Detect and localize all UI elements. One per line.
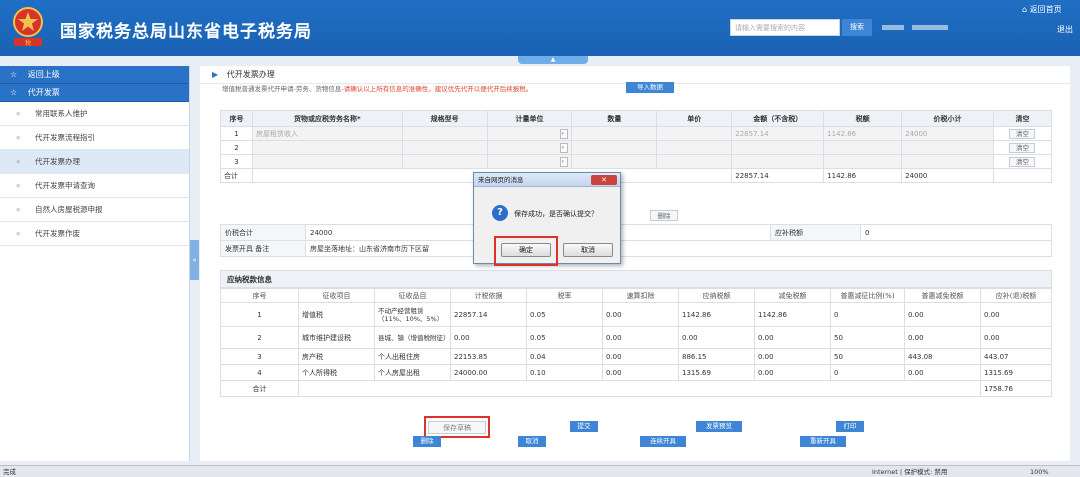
table-row: 4 个人所得税 个人房屋出租 24000.00 0.10 0.00 1315.6… — [220, 364, 1052, 381]
tax-info-table: 序号 征收项目 征收品目 计税依据 税率 速算扣除 应纳税额 减免税额 普惠减征… — [220, 288, 1052, 397]
goods-note: 增值税普通发票代开申请-劳务、货物信息-请确认以上所有信息的准确性，建议优先代开… — [222, 85, 533, 93]
star-icon: ☆ — [10, 70, 18, 79]
tax-input[interactable] — [823, 154, 903, 169]
clear-row-button[interactable]: 清空 — [1009, 156, 1036, 167]
refund-value: 0 — [860, 224, 1052, 241]
site-title: 国家税务总局山东省电子税务局 — [60, 22, 312, 42]
spec-input[interactable] — [401, 140, 488, 155]
delete-row-button[interactable]: 删除 — [650, 210, 678, 221]
header-collapse-tab[interactable]: ▲ — [518, 56, 588, 64]
table-row: 1 增值税 不动产经营租赁（11%、10%、5%） 22857.14 0.05 … — [220, 302, 1052, 327]
chevron-left-icon: « — [192, 256, 197, 264]
table-row: 1 房屋租赁收入 ▾ 22857.14 1142.86 24000 清空 — [220, 126, 1053, 141]
price-input[interactable] — [656, 140, 733, 155]
search-button[interactable]: 搜索 — [842, 19, 872, 36]
home-link[interactable]: ⌂ 返回首页 — [1022, 4, 1062, 15]
zoom-level[interactable]: 100% — [1030, 466, 1049, 477]
sidebar-item-guide[interactable]: 代开发票流程指引 — [0, 126, 189, 150]
goods-table: 序号 货物或应税劳务名称* 规格型号 计量单位 数量 单价 金额（不含税） 税额… — [220, 110, 1053, 183]
sidebar-back[interactable]: ☆ 返回上级 — [0, 66, 189, 84]
question-icon: ? — [492, 205, 508, 221]
dropdown-icon: ▾ — [560, 156, 569, 167]
sidebar-item-invoice-query[interactable]: 代开发票申请查询 — [0, 174, 189, 198]
goods-total-row: 合计 22857.14 1142.86 24000 — [220, 168, 1053, 183]
dialog-message: 保存成功，是否确认提交？ — [514, 210, 598, 218]
invoice-preview-button[interactable]: 发票预览 — [696, 421, 742, 432]
sidebar-item-contacts[interactable]: 常用联系人维护 — [0, 102, 189, 126]
site-header: 税 国家税务总局山东省电子税务局 请输入需要搜索的内容 搜索 ⌂ 返回首页 退出 — [0, 0, 1080, 56]
quantity-input[interactable] — [571, 126, 658, 141]
tax-table-header: 序号 征收项目 征收品目 计税依据 税率 速算扣除 应纳税额 减免税额 普惠减征… — [220, 288, 1052, 303]
amount-input[interactable] — [731, 140, 825, 155]
tax-total-row: 合计 1758.76 — [220, 380, 1052, 397]
logout-link[interactable]: 退出 — [1057, 24, 1073, 35]
table-row: 2 ▾ 清空 — [220, 140, 1053, 155]
home-icon: ⌂ — [1022, 5, 1028, 14]
sidebar-section-invoice[interactable]: ☆ 代开发票 — [0, 84, 189, 102]
user-org-block — [912, 25, 948, 30]
table-row: 3 房产税 个人出租住房 22153.85 0.04 0.00 886.15 0… — [220, 348, 1052, 365]
sidebar-item-house-tax[interactable]: 自然人房屋税源申报 — [0, 198, 189, 222]
summary-table: 价税合计 24000 应补税额 0 发票开具 备注 房屋坐落地址：山东省济南市历… — [220, 224, 1052, 257]
unit-select[interactable]: ▾ — [486, 140, 573, 155]
arrow-right-icon: ▶ — [212, 70, 219, 79]
table-row: 2 城市维护建设税 县城、镇（增值税附征） 0.00 0.05 0.00 0.0… — [220, 326, 1052, 349]
quantity-input[interactable] — [571, 154, 658, 169]
highlight-box — [424, 416, 490, 438]
star-icon: ☆ — [10, 88, 18, 97]
delete-button[interactable]: 删除 — [413, 436, 441, 447]
goods-name-input[interactable] — [251, 140, 403, 155]
browser-status-bar: 完成 Internet | 保护模式: 禁用 100% — [0, 465, 1080, 477]
dropdown-icon: ▾ — [560, 128, 569, 139]
quantity-input[interactable] — [571, 140, 658, 155]
goods-table-header: 序号 货物或应税劳务名称* 规格型号 计量单位 数量 单价 金额（不含税） 税额… — [220, 110, 1053, 127]
tax-input[interactable]: 1142.86 — [823, 126, 903, 141]
highlight-box — [494, 236, 558, 266]
sidebar-item-invoice-void[interactable]: 代开发票作废 — [0, 222, 189, 246]
goods-name-input[interactable] — [251, 154, 403, 169]
continue-issue-button[interactable]: 连续开具 — [640, 436, 686, 447]
sidebar: ☆ 返回上级 ☆ 代开发票 常用联系人维护 代开发票流程指引 代开发票办理 代开… — [0, 66, 190, 461]
unit-select[interactable]: ▾ — [486, 154, 573, 169]
sidebar-collapse-toggle[interactable]: « — [190, 240, 199, 280]
remark-value: 房屋坐落地址：山东省济南市历下区留 603 — [305, 240, 1052, 257]
spec-input[interactable] — [401, 126, 488, 141]
security-zone: Internet | 保护模式: 禁用 — [872, 468, 948, 476]
print-button[interactable]: 打印 — [836, 421, 864, 432]
amount-input[interactable] — [731, 154, 825, 169]
page-title: 代开发票办理 — [226, 70, 275, 79]
price-input[interactable] — [656, 154, 733, 169]
dropdown-icon: ▾ — [560, 142, 569, 153]
dialog-cancel-button[interactable]: 取消 — [563, 243, 613, 257]
subtotal-input[interactable]: 24000 — [901, 126, 994, 141]
subtotal-input[interactable] — [901, 140, 994, 155]
unit-select[interactable]: ▾ — [486, 126, 573, 141]
chevron-up-icon: ▲ — [550, 56, 556, 63]
subtotal-input[interactable] — [901, 154, 994, 169]
search-input[interactable]: 请输入需要搜索的内容 — [730, 19, 840, 36]
svg-text:税: 税 — [25, 39, 31, 47]
cancel-button[interactable]: 取消 — [518, 436, 546, 447]
amount-input[interactable]: 22857.14 — [731, 126, 825, 141]
status-text: 完成 — [3, 468, 16, 476]
price-input[interactable] — [656, 126, 733, 141]
goods-name-input[interactable]: 房屋租赁收入 — [251, 126, 403, 141]
table-row: 3 ▾ 清空 — [220, 154, 1053, 169]
import-data-button[interactable]: 导入数据 — [626, 82, 674, 93]
clear-row-button[interactable]: 清空 — [1009, 128, 1036, 139]
national-emblem-icon: 税 — [13, 7, 43, 47]
main-content: ▶ 代开发票办理 增值税普通发票代开申请-劳务、货物信息-请确认以上所有信息的准… — [200, 66, 1070, 461]
clear-row-button[interactable]: 清空 — [1009, 142, 1036, 153]
tax-input[interactable] — [823, 140, 903, 155]
user-name-block — [882, 25, 904, 30]
submit-button[interactable]: 提交 — [570, 421, 598, 432]
reissue-button[interactable]: 重新开具 — [800, 436, 846, 447]
spec-input[interactable] — [401, 154, 488, 169]
sidebar-item-invoice-handle[interactable]: 代开发票办理 — [0, 150, 189, 174]
close-icon[interactable]: ✕ — [591, 175, 617, 185]
tax-info-title: 应纳税款信息 — [220, 270, 1052, 288]
